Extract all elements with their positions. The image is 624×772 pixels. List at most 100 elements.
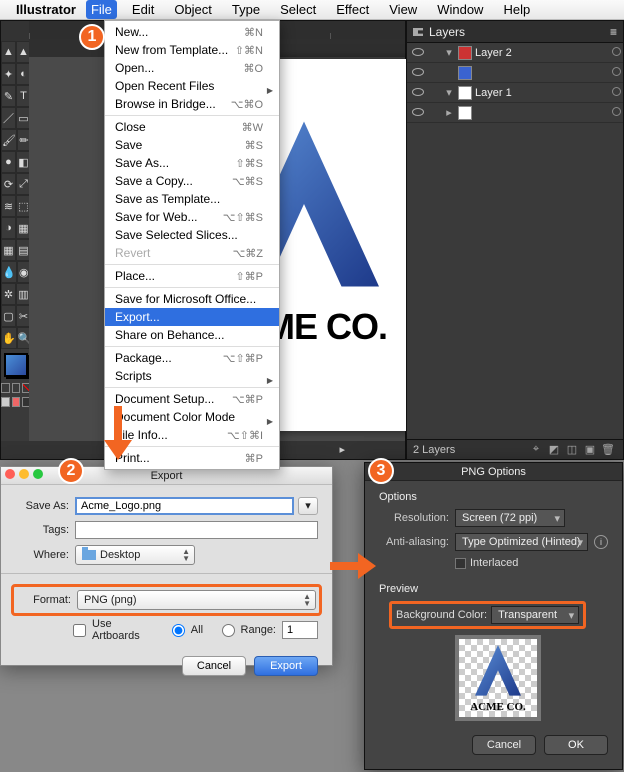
use-artboards-label: Use Artboards — [92, 618, 148, 642]
step-badge-3: 3 — [368, 458, 394, 484]
layer-thumbnail — [458, 86, 472, 100]
twirl-icon[interactable]: ▾ — [443, 46, 455, 59]
info-icon[interactable]: i — [594, 535, 608, 549]
menu-help[interactable]: Help — [498, 0, 535, 19]
make-clipping-mask-icon[interactable]: ◩ — [545, 443, 563, 456]
rotate-tool[interactable]: ⟳ — [1, 173, 16, 195]
blob-brush-tool[interactable]: ● — [1, 151, 16, 173]
file-menu-item[interactable]: Scripts — [105, 367, 279, 385]
minimize-window-icon[interactable] — [19, 469, 29, 479]
png-cancel-button[interactable]: Cancel — [472, 735, 536, 755]
width-tool[interactable]: ≋ — [1, 195, 16, 217]
file-menu-item[interactable]: Open...⌘O — [105, 59, 279, 77]
menu-edit[interactable]: Edit — [127, 0, 159, 19]
menu-view[interactable]: View — [384, 0, 422, 19]
history-dropdown-button[interactable]: ▾ — [298, 497, 318, 515]
layer-thumbnail — [458, 66, 472, 80]
menu-effect[interactable]: Effect — [331, 0, 374, 19]
layers-panel-footer: 2 Layers ⌖ ◩ ◫ ▣ 🗑 — [407, 439, 623, 459]
zoom-window-icon[interactable] — [33, 469, 43, 479]
png-options-title: PNG Options — [365, 463, 622, 481]
draw-behind-icon[interactable] — [12, 397, 21, 407]
background-color-select[interactable]: Transparent — [491, 606, 579, 624]
range-input[interactable] — [282, 621, 318, 639]
file-menu-item[interactable]: Save for Web...⌥⇧⌘S — [105, 208, 279, 226]
anti-aliasing-label: Anti-aliasing: — [379, 536, 449, 548]
png-ok-button[interactable]: OK — [544, 735, 608, 755]
menu-select[interactable]: Select — [275, 0, 321, 19]
hand-tool[interactable]: ✋ — [1, 327, 17, 349]
format-select[interactable]: PNG (png)▲▼ — [77, 590, 316, 610]
resolution-select[interactable]: Screen (72 ppi) — [455, 509, 565, 527]
visibility-toggle-icon[interactable] — [407, 107, 429, 119]
where-select[interactable]: Desktop▲▼ — [75, 545, 195, 565]
target-icon[interactable] — [609, 87, 623, 99]
anti-aliasing-select[interactable]: Type Optimized (Hinted) — [455, 533, 588, 551]
visibility-toggle-icon[interactable] — [407, 87, 429, 99]
file-menu-item[interactable]: Export... — [105, 308, 279, 326]
pen-tool[interactable]: ✎ — [1, 85, 16, 107]
twirl-icon[interactable]: ▾ — [443, 86, 455, 99]
step-badge-2: 2 — [58, 458, 84, 484]
layer-row[interactable]: ▸ — [407, 103, 623, 123]
file-menu-item[interactable]: Save for Microsoft Office... — [105, 290, 279, 308]
all-radio[interactable] — [172, 624, 185, 637]
file-menu-item[interactable]: Save As...⇧⌘S — [105, 154, 279, 172]
use-artboards-checkbox[interactable] — [73, 624, 86, 637]
app-name[interactable]: Illustrator — [16, 2, 76, 17]
delete-layer-icon[interactable]: 🗑 — [599, 443, 617, 456]
shape-builder-tool[interactable]: ◑ — [1, 217, 16, 239]
png-preview-thumbnail: ACME CO. — [455, 635, 541, 721]
fill-stroke-swatch[interactable] — [4, 353, 28, 377]
visibility-toggle-icon[interactable] — [407, 47, 429, 59]
file-menu-item[interactable]: Share on Behance... — [105, 326, 279, 344]
target-icon[interactable] — [609, 47, 623, 59]
interlaced-checkbox[interactable] — [455, 558, 466, 569]
layers-panel-title[interactable]: Layers≡ — [407, 21, 623, 43]
mesh-tool[interactable]: ▦ — [1, 239, 16, 261]
menu-window[interactable]: Window — [432, 0, 488, 19]
file-menu-item[interactable]: Save a Copy...⌥⌘S — [105, 172, 279, 190]
twirl-icon[interactable]: ▸ — [443, 106, 455, 119]
file-menu-item[interactable]: Save as Template... — [105, 190, 279, 208]
save-as-input[interactable] — [75, 497, 294, 515]
close-window-icon[interactable] — [5, 469, 15, 479]
locate-object-icon[interactable]: ⌖ — [527, 443, 545, 456]
export-confirm-button[interactable]: Export — [254, 656, 318, 676]
layer-row[interactable]: ▾ Layer 2 — [407, 43, 623, 63]
file-menu-item[interactable]: Package...⌥⇧⌘P — [105, 349, 279, 367]
range-label: Range: — [241, 624, 276, 636]
menu-file[interactable]: File — [86, 0, 117, 19]
color-mode-icon[interactable] — [1, 383, 10, 393]
file-menu-item[interactable]: New from Template...⇧⌘N — [105, 41, 279, 59]
visibility-toggle-icon[interactable] — [407, 67, 429, 79]
symbol-sprayer-tool[interactable]: ✲ — [1, 283, 16, 305]
file-menu-item[interactable]: Open Recent Files — [105, 77, 279, 95]
eyedropper-tool[interactable]: 💧 — [1, 261, 17, 283]
artboard-tool[interactable]: ▢ — [1, 305, 16, 327]
create-sublayer-icon[interactable]: ◫ — [563, 443, 581, 456]
range-radio[interactable] — [222, 624, 235, 637]
file-menu-item[interactable]: Close⌘W — [105, 118, 279, 136]
menu-type[interactable]: Type — [227, 0, 265, 19]
draw-normal-icon[interactable] — [1, 397, 10, 407]
file-menu-item[interactable]: Save⌘S — [105, 136, 279, 154]
magic-wand-tool[interactable]: ✦ — [1, 63, 16, 85]
selection-tool[interactable]: ▲ — [1, 41, 16, 63]
file-menu-item[interactable]: Browse in Bridge...⌥⌘O — [105, 95, 279, 113]
export-cancel-button[interactable]: Cancel — [182, 656, 246, 676]
gradient-mode-icon[interactable] — [12, 383, 21, 393]
line-tool[interactable]: ／ — [1, 107, 16, 129]
menu-object[interactable]: Object — [169, 0, 217, 19]
target-icon[interactable] — [609, 107, 623, 119]
new-layer-icon[interactable]: ▣ — [581, 443, 599, 456]
brush-tool[interactable]: 🖌 — [1, 129, 17, 151]
file-menu-item[interactable]: Place...⇧⌘P — [105, 267, 279, 285]
file-menu-item[interactable]: New...⌘N — [105, 23, 279, 41]
tags-input[interactable] — [75, 521, 318, 539]
layer-name: Layer 2 — [475, 47, 609, 59]
layer-row[interactable] — [407, 63, 623, 83]
layer-row[interactable]: ▾Layer 1 — [407, 83, 623, 103]
file-menu-item[interactable]: Save Selected Slices... — [105, 226, 279, 244]
target-icon[interactable] — [609, 67, 623, 79]
